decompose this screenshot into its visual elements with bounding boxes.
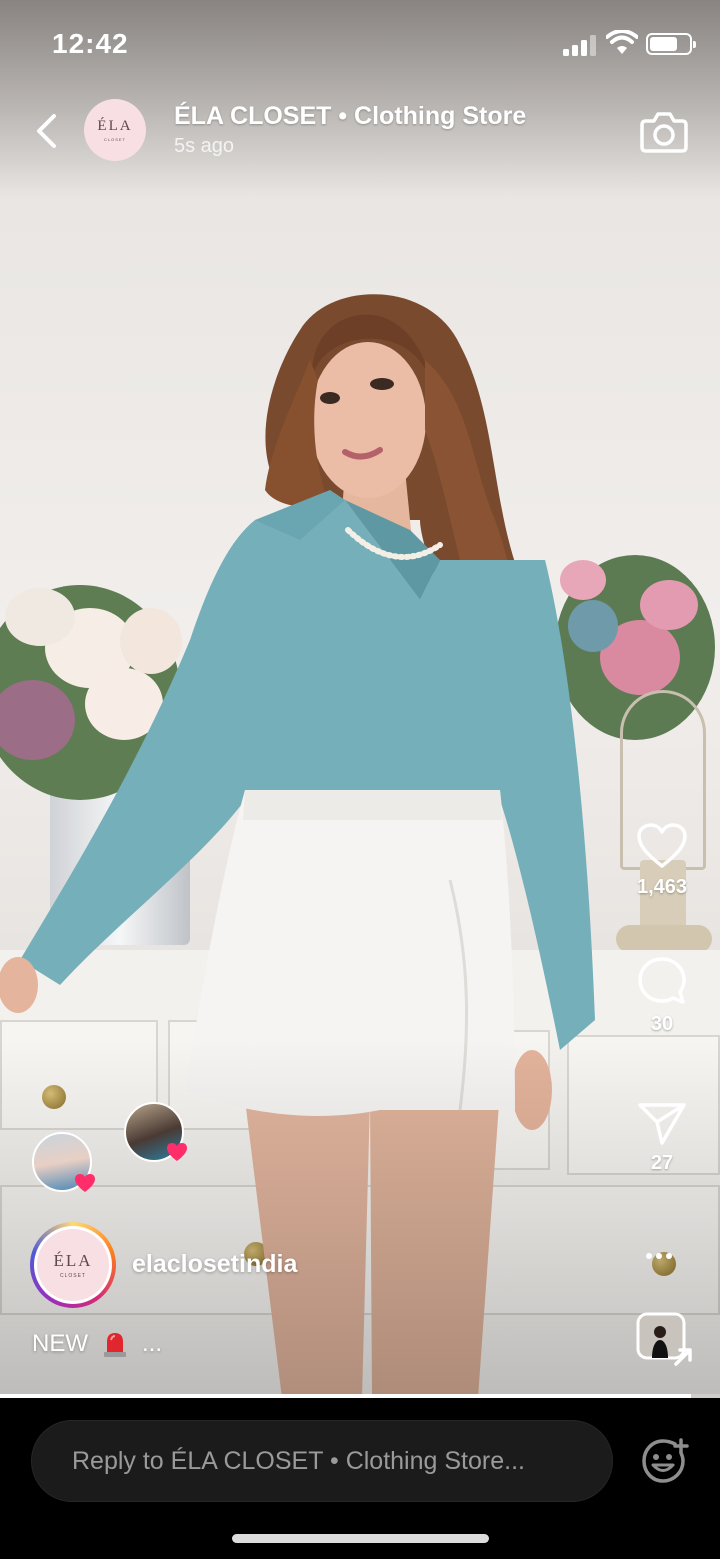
heart-badge-icon [167,1143,187,1161]
caption-more[interactable]: ... [142,1330,162,1358]
author-avatar[interactable]: ÉLA CLOSET [30,1222,116,1308]
author-logo-text: ÉLA [53,1251,93,1270]
caption-text: NEW [32,1330,88,1357]
siren-emoji-icon [104,1333,126,1357]
story-timestamp: 5s ago [174,135,235,157]
send-icon[interactable] [637,1100,687,1146]
reply-footer: Reply to ÉLA CLOSET • Clothing Store... [0,1398,720,1559]
status-time: 12:42 [52,28,129,59]
avatar-logo-subtext: CLOSET [103,137,126,142]
reply-input[interactable]: Reply to ÉLA CLOSET • Clothing Store... [31,1420,613,1502]
comment-count: 30 [650,1013,674,1035]
camera-icon[interactable] [640,109,688,153]
battery-icon [646,33,696,55]
like-action[interactable]: 1,463 [620,822,704,899]
share-action[interactable]: 27 [620,1100,704,1175]
share-count: 27 [650,1152,674,1174]
avatar-logo-text: ÉLA [97,118,133,134]
like-count: 1,463 [636,876,688,898]
heart-icon[interactable] [636,822,688,870]
comment-icon[interactable] [636,955,688,1007]
reply-placeholder: Reply to ÉLA CLOSET • Clothing Store... [72,1447,525,1475]
home-indicator [232,1534,489,1543]
account-avatar[interactable]: ÉLA CLOSET [84,99,146,161]
heart-badge-icon [75,1174,95,1192]
remix-icon[interactable] [636,1312,694,1368]
story-media[interactable] [0,0,720,1398]
author-logo-subtext: CLOSET [59,1273,86,1279]
comment-action[interactable]: 30 [620,955,704,1036]
emoji-add-icon[interactable] [641,1438,689,1484]
back-arrow-icon[interactable] [34,113,58,149]
status-bar: 12:42 [0,0,720,90]
wifi-icon [606,30,638,54]
cellular-signal-icon [563,35,596,56]
account-name[interactable]: ÉLA CLOSET • Clothing Store [174,102,526,131]
post-caption[interactable]: NEW ... [32,1330,162,1358]
story-header: ÉLA CLOSET ÉLA CLOSET • Clothing Store 5… [0,95,720,170]
author-username[interactable]: elaclosetindia [132,1250,297,1279]
more-dots-icon[interactable] [646,1246,678,1259]
